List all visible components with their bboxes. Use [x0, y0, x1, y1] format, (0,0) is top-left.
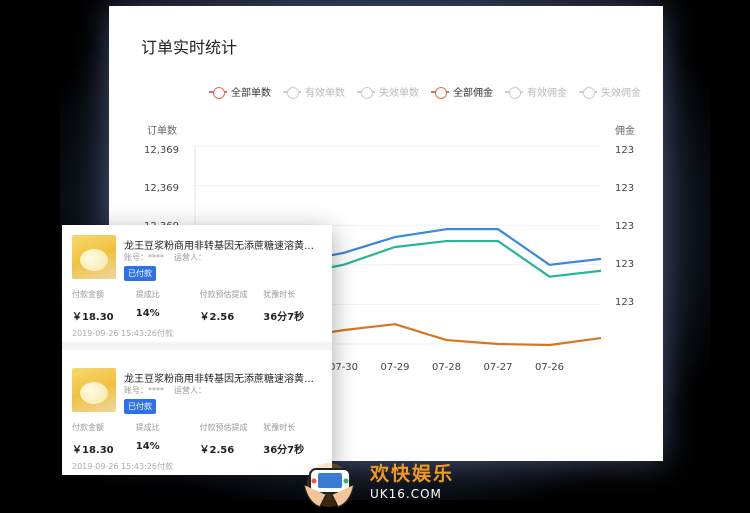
y-right-tick-label: 123	[615, 259, 634, 270]
y-right-tick-label: 123	[615, 297, 634, 308]
y-right-tick-label: 123	[615, 221, 634, 232]
account-row: 账号：**** 运营人：	[124, 385, 206, 396]
product-thumbnail	[72, 235, 116, 279]
order-metrics: 付款金额 ￥18.30 提成比 14% 付款预估提成 ￥2.56 犹豫时长 36…	[72, 422, 327, 456]
metric-amount: 付款金额 ￥18.30	[72, 422, 136, 456]
series-line	[291, 323, 602, 347]
metric-label: 付款金额	[72, 423, 104, 432]
y-axis-left-title: 订单数	[147, 124, 177, 137]
x-tick-label: 07-27	[483, 362, 512, 373]
metric-value: ￥2.56	[199, 445, 235, 456]
order-metrics: 付款金额 ￥18.30 提成比 14% 付款预估提成 ￥2.56 犹豫时长 36…	[72, 289, 327, 323]
metric-value: 14%	[135, 308, 160, 319]
metric-estimated-commission: 付款预估提成 ￥2.56	[200, 289, 264, 323]
brand-watermark: 欢快娱乐 UK16.COM	[296, 455, 466, 513]
paid-timestamp: 2019-09-26 15:43:26付款	[72, 462, 173, 471]
metric-label: 付款金额	[72, 290, 104, 299]
account-value: ****	[148, 386, 164, 395]
metric-label: 付款预估提成	[199, 423, 248, 432]
chart-series	[291, 228, 602, 347]
product-title: 龙王豆浆粉商用非转基因无添蔗糖速溶黄豆粉	[124, 374, 322, 385]
operator-label: 运营人：	[174, 386, 206, 395]
gamepad-hand-logo-icon	[303, 463, 355, 508]
account-row: 账号：**** 运营人：	[124, 252, 206, 263]
metric-label: 犹豫时长	[263, 423, 296, 432]
product-thumbnail	[72, 368, 116, 412]
series-line	[291, 228, 602, 266]
brand-url: UK16.COM	[370, 487, 442, 501]
brand-name: 欢快娱乐	[370, 463, 455, 485]
metric-value: ￥18.30	[72, 445, 114, 456]
order-list-card: 龙王豆浆粉商用非转基因无添蔗糖速溶黄豆粉 账号：**** 运营人： 已付款 付款…	[62, 225, 332, 475]
metric-value: ￥2.56	[199, 312, 235, 323]
account-value: ****	[148, 253, 164, 262]
metric-value: 36分7秒	[263, 445, 305, 456]
account-label: 账号：	[124, 253, 148, 262]
metric-hesitation-time: 犹豫时长 36分7秒	[263, 422, 327, 456]
metric-value: 14%	[135, 441, 160, 452]
metric-label: 提成比	[135, 290, 160, 299]
metric-label: 付款预估提成	[199, 290, 248, 299]
y-right-tick-label: 123	[615, 145, 634, 156]
metric-ratio: 提成比 14%	[136, 289, 200, 323]
metric-label: 犹豫时长	[263, 290, 296, 299]
y-left-tick-label: 12,369	[144, 183, 179, 194]
metric-value: ￥18.30	[72, 312, 114, 323]
x-tick-label: 07-30	[329, 362, 358, 373]
status-badge: 已付款	[124, 266, 156, 281]
y-left-tick-label: 12,369	[144, 145, 179, 156]
x-tick-label: 07-26	[535, 362, 564, 373]
x-tick-label: 07-28	[432, 362, 461, 373]
y-right-tick-label: 123	[615, 183, 634, 194]
order-item[interactable]: 龙王豆浆粉商用非转基因无添蔗糖速溶黄豆粉 账号：**** 运营人： 已付款 付款…	[62, 358, 332, 483]
y-axis-right-title: 佣金	[615, 124, 635, 137]
metric-amount: 付款金额 ￥18.30	[72, 289, 136, 323]
metric-value: 36分7秒	[263, 312, 305, 323]
paid-timestamp: 2019-09-26 15:43:26付款	[72, 329, 173, 338]
metric-ratio: 提成比 14%	[136, 422, 200, 456]
account-label: 账号：	[124, 386, 148, 395]
metric-estimated-commission: 付款预估提成 ￥2.56	[200, 422, 264, 456]
metric-hesitation-time: 犹豫时长 36分7秒	[263, 289, 327, 323]
operator-label: 运营人：	[174, 253, 206, 262]
order-item[interactable]: 龙王豆浆粉商用非转基因无添蔗糖速溶黄豆粉 账号：**** 运营人： 已付款 付款…	[62, 225, 332, 350]
metric-label: 提成比	[135, 423, 160, 432]
status-badge: 已付款	[124, 399, 156, 414]
product-title: 龙王豆浆粉商用非转基因无添蔗糖速溶黄豆粉	[124, 241, 322, 252]
series-line	[291, 239, 602, 278]
x-tick-label: 07-29	[380, 362, 409, 373]
